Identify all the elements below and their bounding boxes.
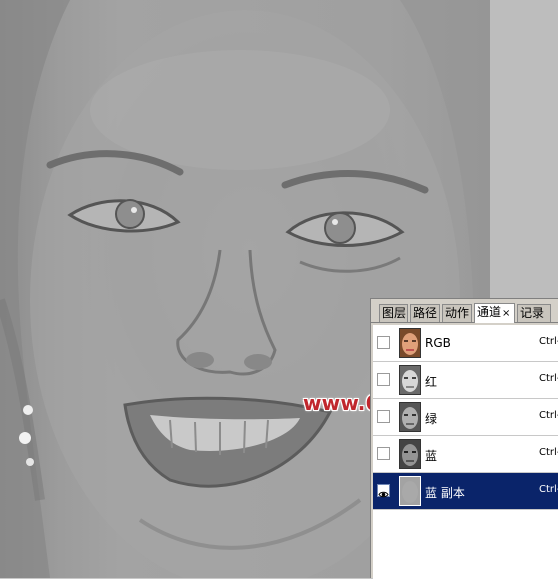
tab-paths-label: 路径 [413, 306, 438, 320]
channel-name: 蓝 [425, 449, 438, 463]
tab-actions-label: 动作 [445, 306, 470, 320]
channel-thumbnail [399, 365, 421, 395]
channel-thumbnail [399, 439, 421, 469]
channel-row-blue-copy[interactable]: 蓝 副本 Ctrl- [373, 473, 558, 510]
visibility-toggle[interactable] [377, 410, 390, 423]
channel-shortcut: Ctrl- [539, 336, 558, 347]
channel-thumbnail [399, 476, 421, 506]
tab-paths[interactable]: 路径 [410, 304, 440, 322]
channel-name: 绿 [425, 412, 438, 426]
channel-shortcut: Ctrl- [539, 373, 558, 384]
channel-row-rgb[interactable]: RGB Ctrl- [373, 325, 558, 362]
panel-tab-bar: 图层 路径 动作 通道× 记录 [371, 299, 558, 323]
visibility-toggle[interactable] [377, 336, 390, 349]
visibility-toggle[interactable] [377, 484, 390, 498]
tab-channels-label: 通道 [477, 305, 502, 319]
tab-layers[interactable]: 图层 [379, 304, 408, 322]
close-icon[interactable]: × [502, 308, 510, 319]
tab-actions[interactable]: 动作 [442, 304, 472, 322]
channel-name: 红 [425, 375, 438, 389]
channel-thumbnail [399, 402, 421, 432]
channel-row-green[interactable]: 绿 Ctrl- [373, 399, 558, 436]
tab-history-label: 记录 [520, 306, 545, 320]
visibility-toggle[interactable] [377, 373, 390, 386]
channel-row-blue[interactable]: 蓝 Ctrl- [373, 436, 558, 473]
tab-history[interactable]: 记录 [517, 304, 551, 322]
eye-icon [378, 491, 389, 498]
channel-name: 蓝 副本 [425, 486, 465, 500]
channel-row-red[interactable]: 红 Ctrl- [373, 362, 558, 399]
visibility-toggle[interactable] [377, 447, 390, 460]
tab-channels[interactable]: 通道× [474, 303, 515, 323]
channel-list: RGB Ctrl- 红 Ctrl- [373, 325, 558, 579]
channel-shortcut: Ctrl- [539, 484, 558, 495]
channel-shortcut: Ctrl- [539, 447, 558, 458]
channel-thumbnail [399, 328, 421, 358]
tab-layers-label: 图层 [382, 306, 407, 320]
channels-panel[interactable]: 图层 路径 动作 通道× 记录 RGB Ctrl 红 Ctrl 绿 Ctrl 蓝… [370, 298, 558, 579]
channel-name: RGB [425, 336, 451, 350]
channel-shortcut: Ctrl- [539, 410, 558, 421]
